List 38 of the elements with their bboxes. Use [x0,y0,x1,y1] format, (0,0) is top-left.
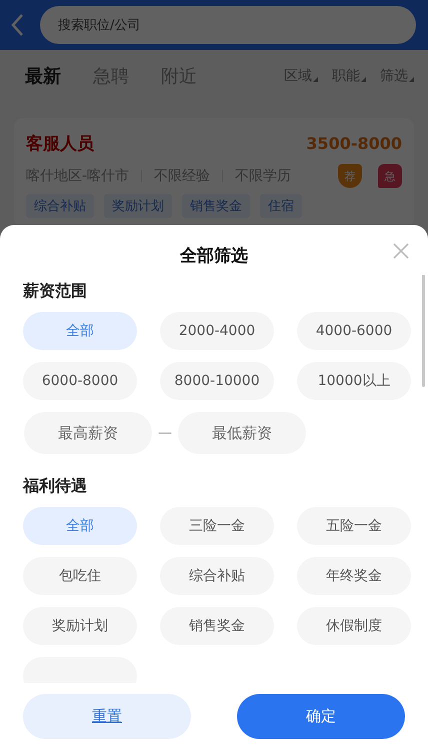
option-chip[interactable]: 销售奖金 [160,607,274,645]
section-title: 薪资范围 [23,281,88,302]
option-chip[interactable]: 6000-8000 [23,362,137,400]
section-title: 福利待遇 [23,476,88,497]
search-field[interactable]: 搜索职位/公司 [40,6,416,44]
option-chip[interactable]: 三险一金 [160,507,274,545]
recommended-badge: 荐 [338,164,362,188]
option-chip[interactable]: 4000-6000 [297,312,411,350]
reset-button[interactable]: 重置 [23,694,191,738]
caret-icon [409,77,414,82]
option-chip[interactable]: 全部 [23,312,137,350]
salary-input[interactable]: 最高薪资 [24,412,152,454]
scrollbar[interactable] [422,275,425,387]
option-chip[interactable]: 10000以上 [297,362,411,400]
sheet-title: 全部筛选 [180,244,248,266]
option-chip[interactable]: 全部 [23,507,137,545]
confirm-button[interactable]: 确定 [237,694,405,738]
range-dash: — [158,425,172,441]
tag: 住宿 [260,194,302,218]
option-chip[interactable]: 综合补贴 [160,557,274,595]
job-title: 客服人员 [26,133,94,155]
option-chip[interactable]: 8000-10000 [160,362,274,400]
option-chip[interactable]: 五险一金 [297,507,411,545]
caret-icon [313,77,318,82]
option-chip[interactable]: 年终奖金 [297,557,411,595]
urgent-badge: 急 [378,164,402,188]
tag: 综合补贴 [26,194,94,218]
tag: 奖励计划 [104,194,172,218]
salary: 3500-8000 [306,134,402,153]
option-chip[interactable]: 包吃住 [23,557,137,595]
caret-icon [361,77,366,82]
back-icon[interactable] [10,13,24,37]
option-chip[interactable]: 2000-4000 [160,312,274,350]
salary-input[interactable]: 最低薪资 [178,412,306,454]
option-chip[interactable]: 休假制度 [297,607,411,645]
option-chip[interactable]: 奖励计划 [23,607,137,645]
tag: 销售奖金 [182,194,250,218]
close-icon[interactable] [393,243,409,259]
